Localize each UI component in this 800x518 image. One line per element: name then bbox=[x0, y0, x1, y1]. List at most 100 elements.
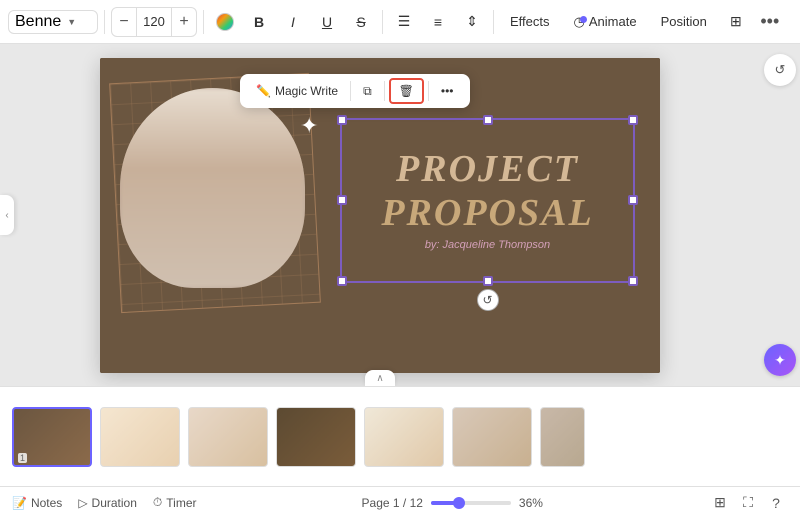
underline-button[interactable]: U bbox=[312, 7, 342, 37]
rotation-handle[interactable]: ↺ bbox=[477, 289, 499, 311]
thumbnail-6[interactable] bbox=[452, 407, 532, 467]
sparkle-icon: ✦ bbox=[300, 113, 318, 139]
copy-icon: ⧉ bbox=[363, 84, 372, 99]
magic-button[interactable]: ✦ bbox=[764, 344, 796, 376]
thumbnail-2[interactable] bbox=[100, 407, 180, 467]
project-title: PROJECT bbox=[396, 149, 579, 191]
context-more-button[interactable]: ••• bbox=[433, 80, 462, 102]
chevron-down-icon: ▼ bbox=[67, 17, 76, 27]
strikethrough-button[interactable]: S bbox=[346, 7, 376, 37]
notes-icon: 📝 bbox=[12, 496, 27, 510]
color-circle-icon bbox=[216, 13, 234, 31]
left-panel-toggle[interactable]: ‹ bbox=[0, 195, 14, 235]
ctx-divider-3 bbox=[428, 81, 429, 101]
magic-write-button[interactable]: ✏️ Magic Write bbox=[248, 80, 346, 102]
copy-button[interactable]: ⧉ bbox=[355, 80, 380, 103]
right-panel: ↺ ✦ bbox=[760, 44, 800, 386]
handle-bottom-middle[interactable] bbox=[483, 276, 493, 286]
grid-icon: ⊞ bbox=[730, 13, 742, 30]
italic-button[interactable]: I bbox=[278, 7, 308, 37]
italic-icon: I bbox=[291, 14, 295, 30]
grid-view-icon: ⊞ bbox=[714, 494, 726, 511]
duration-icon: ▷ bbox=[78, 496, 87, 510]
divider-3 bbox=[382, 10, 383, 34]
person-image bbox=[120, 88, 305, 288]
zoom-level: 36% bbox=[519, 496, 543, 510]
handle-top-left[interactable] bbox=[337, 115, 347, 125]
handle-bottom-right[interactable] bbox=[628, 276, 638, 286]
align-list-icon: ≡ bbox=[434, 14, 442, 30]
thumb-preview-5 bbox=[365, 408, 443, 466]
magic-star-icon: ✦ bbox=[774, 352, 786, 369]
handle-top-middle[interactable] bbox=[483, 115, 493, 125]
chevron-left-icon: ‹ bbox=[5, 210, 8, 221]
zoom-thumb[interactable] bbox=[453, 497, 465, 509]
thumb-preview-4 bbox=[277, 408, 355, 466]
text-color-button[interactable] bbox=[210, 7, 240, 37]
collapse-panel-button[interactable]: ∧ bbox=[365, 370, 395, 386]
thumb-preview-7 bbox=[541, 408, 584, 466]
magic-write-icon: ✏️ bbox=[256, 84, 271, 98]
page-info: Page 1 / 12 bbox=[362, 496, 423, 510]
divider-2 bbox=[203, 10, 204, 34]
zoom-slider[interactable] bbox=[431, 501, 511, 505]
animate-dot bbox=[580, 16, 587, 23]
thumbnail-7[interactable] bbox=[540, 407, 585, 467]
refresh-icon: ↺ bbox=[775, 62, 786, 78]
timer-button[interactable]: ⏱ Timer bbox=[153, 495, 197, 510]
duration-button[interactable]: ▷ Duration bbox=[78, 496, 137, 510]
thumb-preview-2 bbox=[101, 408, 179, 466]
notes-button[interactable]: 📝 Notes bbox=[12, 496, 62, 510]
help-icon: ? bbox=[772, 495, 780, 511]
thumbnail-5[interactable] bbox=[364, 407, 444, 467]
strikethrough-icon: S bbox=[356, 14, 365, 30]
ctx-divider-2 bbox=[384, 81, 385, 101]
view-buttons: ⊞ ⛶ ? bbox=[708, 491, 788, 515]
effects-button[interactable]: Effects bbox=[500, 10, 560, 33]
ctx-divider-1 bbox=[350, 81, 351, 101]
animate-button[interactable]: ◷ Animate bbox=[564, 10, 647, 34]
align-list-button[interactable]: ≡ bbox=[423, 7, 453, 37]
byline-text: by: Jacqueline Thompson bbox=[425, 239, 550, 251]
delete-icon: 🗑 bbox=[399, 84, 414, 98]
text-selection-box[interactable]: PROJECT PROPOSAL by: Jacqueline Thompson… bbox=[340, 118, 635, 283]
position-button[interactable]: Position bbox=[651, 10, 717, 33]
chevron-up-icon: ∧ bbox=[376, 373, 383, 384]
thumbnail-4[interactable] bbox=[276, 407, 356, 467]
effects-label: Effects bbox=[510, 14, 550, 29]
animate-label: Animate bbox=[589, 14, 637, 29]
delete-button[interactable]: 🗑 bbox=[389, 78, 424, 104]
handle-top-right[interactable] bbox=[628, 115, 638, 125]
handle-bottom-left[interactable] bbox=[337, 276, 347, 286]
fullscreen-button[interactable]: ⛶ bbox=[736, 491, 760, 515]
more-options-button[interactable]: ••• bbox=[755, 7, 785, 37]
align-right-button[interactable]: ⇕ bbox=[457, 7, 487, 37]
font-name: Benne bbox=[15, 13, 61, 31]
status-bar: 📝 Notes ▷ Duration ⏱ Timer Page 1 / 12 3… bbox=[0, 486, 800, 518]
position-label: Position bbox=[661, 14, 707, 29]
grid-button[interactable]: ⊞ bbox=[721, 7, 751, 37]
thumbnail-3[interactable] bbox=[188, 407, 268, 467]
underline-icon: U bbox=[322, 14, 332, 30]
more-dots-icon: ••• bbox=[760, 11, 779, 32]
status-left: 📝 Notes ▷ Duration ⏱ Timer bbox=[12, 495, 197, 510]
bold-button[interactable]: B bbox=[244, 7, 274, 37]
handle-middle-left[interactable] bbox=[337, 195, 347, 205]
help-button[interactable]: ? bbox=[764, 491, 788, 515]
font-selector[interactable]: Benne ▼ bbox=[8, 10, 98, 34]
font-size-increase-button[interactable]: + bbox=[172, 8, 196, 36]
align-left-button[interactable]: ☰ bbox=[389, 7, 419, 37]
grid-view-button[interactable]: ⊞ bbox=[708, 491, 732, 515]
thumbnail-1[interactable]: 1 bbox=[12, 407, 92, 467]
animate-wrapper: ◷ bbox=[574, 14, 585, 30]
thumb-number-1: 1 bbox=[18, 453, 27, 463]
font-size-decrease-button[interactable]: − bbox=[112, 8, 136, 36]
timer-label: Timer bbox=[166, 496, 196, 510]
magic-write-label: Magic Write bbox=[275, 84, 338, 98]
handle-middle-right[interactable] bbox=[628, 195, 638, 205]
proposal-title: PROPOSAL bbox=[381, 191, 593, 235]
font-size-input[interactable] bbox=[136, 8, 172, 36]
main-area: ‹ ✏️ Magic Write ⧉ 🗑 ••• bbox=[0, 44, 800, 386]
divider-4 bbox=[493, 10, 494, 34]
refresh-button[interactable]: ↺ bbox=[764, 54, 796, 86]
